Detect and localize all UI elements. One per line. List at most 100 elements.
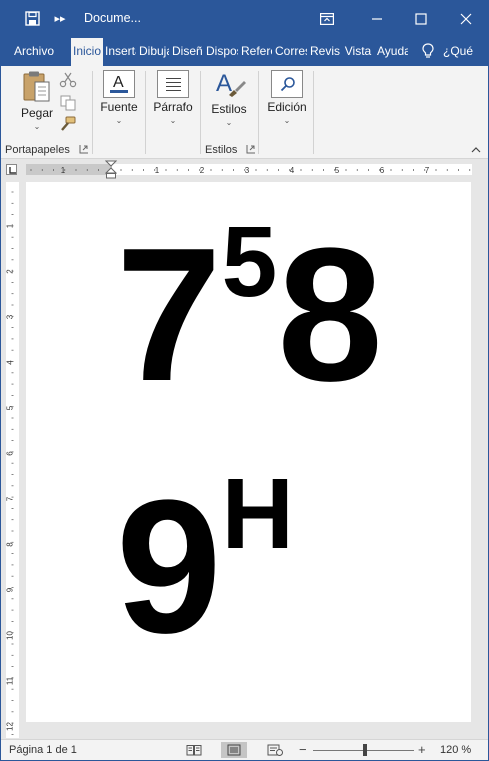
copy-icon[interactable] [59, 95, 77, 111]
zoom-in-button[interactable]: + [418, 742, 426, 757]
tell-me-button[interactable] [413, 36, 443, 66]
styles-label: Estilos [211, 102, 247, 116]
base-digit: 8 [277, 209, 383, 421]
ruler-number: 5 [6, 405, 15, 410]
lightbulb-icon [422, 43, 434, 58]
web-layout-icon [267, 744, 283, 756]
group-separator [313, 71, 314, 154]
zoom-slider-thumb[interactable] [363, 744, 367, 756]
maximize-button[interactable] [399, 1, 443, 36]
tab-revisar[interactable]: Revisar [310, 36, 340, 66]
tab-vista[interactable]: Vista [342, 36, 374, 66]
tab-selector[interactable] [6, 164, 17, 175]
editing-button[interactable]: Edición ⌄ [265, 70, 309, 125]
vertical-ruler-ticks: 123456789101112 [6, 191, 15, 735]
tab-diseno[interactable]: Diseño [172, 36, 203, 66]
chevron-down-icon: ⌄ [33, 122, 41, 131]
ruler-number: 3 [245, 166, 250, 175]
ribbon: Pegar ⌄ Portapapeles A Fuente ⌄ Párrafo … [1, 66, 488, 159]
close-icon [460, 13, 472, 24]
document-line-2[interactable]: 9H [116, 464, 294, 662]
maximize-icon [415, 12, 427, 25]
tab-insertar[interactable]: Insertar [105, 36, 136, 66]
chevron-down-icon: ⌄ [115, 116, 123, 125]
format-painter-icon[interactable] [59, 116, 77, 132]
styles-icon: A [212, 70, 246, 100]
dialog-launcher-icon[interactable] [246, 144, 256, 154]
collapse-ribbon-icon[interactable] [470, 145, 482, 155]
double-chevron-icon: ▸▸ [54, 13, 66, 25]
vertical-scrollbar[interactable] [472, 179, 488, 721]
ruler-number: 9 [6, 587, 15, 592]
read-mode-button[interactable] [181, 742, 207, 758]
document-line-1[interactable]: 758 [116, 212, 383, 410]
paste-icon [23, 71, 50, 102]
read-mode-icon [186, 745, 202, 756]
chevron-down-icon: ⌄ [225, 118, 233, 127]
save-button[interactable] [15, 1, 49, 36]
title-bar: ▸▸ Docume... [1, 1, 488, 36]
font-button[interactable]: A Fuente ⌄ [99, 70, 139, 125]
page-count[interactable]: Página 1 de 1 [9, 744, 77, 756]
superscript-letter: H [221, 458, 294, 570]
status-bar: Página 1 de 1 − + 120 % [1, 739, 488, 760]
ruler-number: 5 [335, 166, 340, 175]
font-group: A Fuente ⌄ [93, 66, 145, 159]
paragraph-group: Párrafo ⌄ [146, 66, 199, 159]
web-layout-button[interactable] [262, 742, 288, 758]
chevron-down-icon: ⌄ [169, 116, 177, 125]
print-layout-icon [227, 744, 241, 756]
ruler-number: 2 [200, 166, 205, 175]
tab-archivo[interactable]: Archivo [5, 36, 63, 66]
close-button[interactable] [444, 1, 488, 36]
styles-button[interactable]: A Estilos ⌄ [208, 70, 250, 127]
print-layout-button[interactable] [221, 742, 247, 758]
tab-ayuda[interactable]: Ayuda [377, 36, 408, 66]
tab-disposicion[interactable]: Disposición [206, 36, 238, 66]
word-window: ▸▸ Docume... Archivo Inicio Insertar Dib… [0, 0, 489, 761]
minimize-icon [372, 17, 382, 20]
cut-icon[interactable] [59, 72, 77, 88]
search-icon [271, 70, 303, 98]
base-digit: 9 [116, 461, 222, 673]
clipboard-group-label: Portapapeles [5, 144, 70, 156]
ruler-number: 6 [380, 166, 385, 175]
paste-label: Pegar [20, 106, 54, 120]
paste-button[interactable]: Pegar ⌄ [19, 70, 55, 131]
vertical-ruler[interactable]: 1 2 3 4 5 6 7 8 9 10 11 12 [6, 182, 19, 738]
editing-label: Edición [267, 100, 307, 114]
indent-marker[interactable] [105, 160, 117, 179]
ribbon-tabs: Archivo Inicio Insertar Dibujar Diseño D… [1, 36, 488, 66]
paragraph-button[interactable]: Párrafo ⌄ [152, 70, 194, 125]
paragraph-icon [157, 70, 189, 98]
minimize-button[interactable] [355, 1, 399, 36]
document-canvas: 758 9H [21, 179, 488, 739]
styles-group: A Estilos ⌄ Estilos [201, 66, 258, 159]
editing-group: Edición ⌄ [259, 66, 313, 159]
save-icon [24, 11, 40, 26]
ruler-number: 10 [6, 631, 15, 640]
ruler-number: 4 [6, 360, 15, 365]
customize-quick-access-button[interactable]: ▸▸ [47, 1, 73, 36]
ribbon-display-options-button[interactable] [308, 1, 346, 36]
tab-dibujar[interactable]: Dibujar [139, 36, 169, 66]
ruler-number: 6 [6, 451, 15, 456]
ruler-number: 3 [6, 314, 15, 319]
paragraph-label: Párrafo [153, 100, 193, 114]
document-page[interactable]: 758 9H [26, 182, 471, 722]
ruler-number: 4 [290, 166, 295, 175]
font-icon: A [103, 70, 135, 98]
horizontal-ruler[interactable]: 11234567 [1, 160, 488, 179]
zoom-out-button[interactable]: − [299, 742, 307, 757]
tell-me-text[interactable]: ¿Qué [443, 36, 488, 66]
superscript-digit: 5 [221, 206, 278, 318]
tab-correspondencia[interactable]: Correspondencia [275, 36, 307, 66]
chevron-down-icon: ⌄ [283, 116, 291, 125]
tab-referencias[interactable]: Referencias [241, 36, 272, 66]
ruler-number: 7 [425, 166, 430, 175]
zoom-level[interactable]: 120 % [440, 744, 471, 756]
ruler-number: 1 [155, 166, 160, 175]
clipboard-group: Pegar ⌄ Portapapeles [1, 66, 92, 159]
tab-inicio[interactable]: Inicio [71, 38, 103, 66]
dialog-launcher-icon[interactable] [79, 144, 89, 154]
